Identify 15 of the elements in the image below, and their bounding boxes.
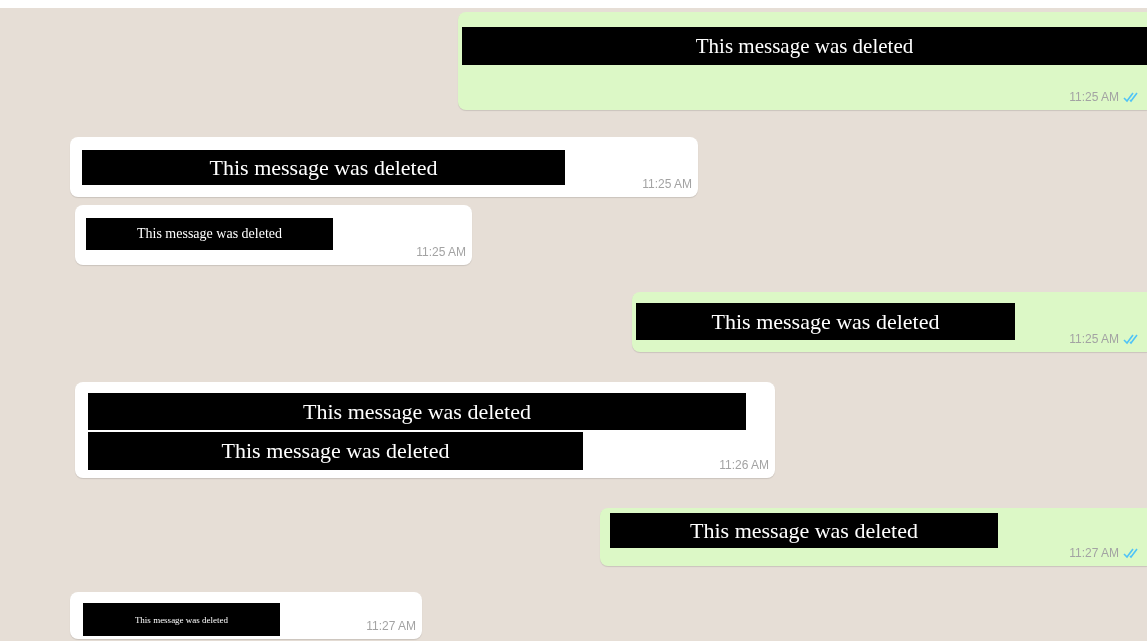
message-time: 11:25 AM <box>642 177 692 191</box>
deleted-message-text: This message was deleted <box>86 218 333 250</box>
deleted-message-text: This message was deleted <box>82 150 565 185</box>
message-time: 11:25 AM <box>416 245 466 259</box>
deleted-message-text: This message was deleted <box>636 303 1015 340</box>
deleted-message-text: This message was deleted <box>610 513 998 548</box>
deleted-message-text: This message was deleted <box>83 603 280 636</box>
deleted-message-text: This message was deleted <box>88 432 583 470</box>
message-time: 11:25 AM <box>1069 90 1119 104</box>
message-time: 11:25 AM <box>1069 332 1119 346</box>
message-time: 11:27 AM <box>366 619 416 633</box>
deleted-message-text: This message was deleted <box>462 27 1147 65</box>
deleted-message-text: This message was deleted <box>88 393 746 430</box>
message-time: 11:27 AM <box>1069 546 1119 560</box>
message-time: 11:26 AM <box>719 458 769 472</box>
